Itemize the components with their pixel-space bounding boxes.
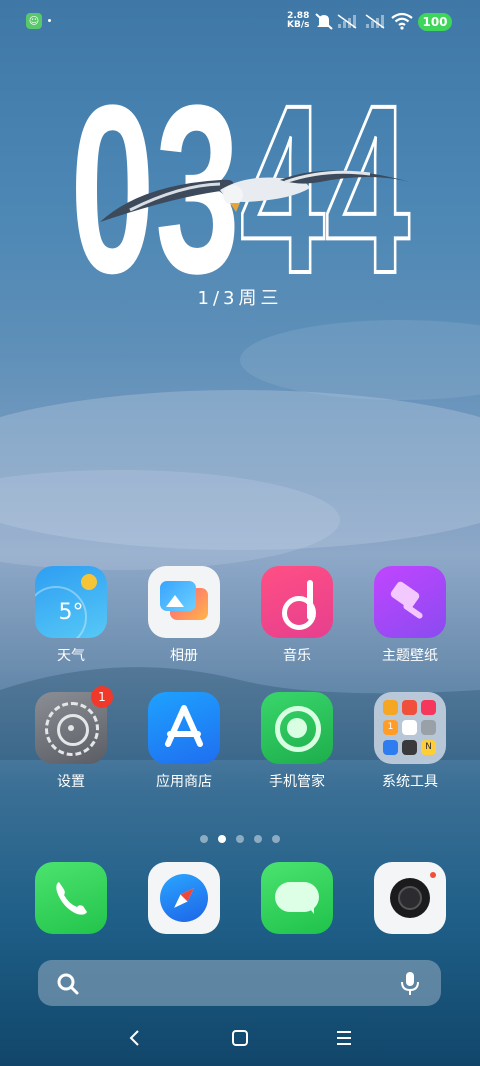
dock-camera[interactable] (360, 862, 460, 934)
app-settings[interactable]: 1 设置 (21, 686, 121, 791)
app-gallery[interactable]: 相册 (134, 566, 234, 665)
app-label: 手机管家 (269, 774, 325, 790)
clock-date: 1/3周三 (197, 288, 283, 309)
clock-widget[interactable]: 03 44 (70, 60, 415, 280)
app-label: 天气 (57, 648, 85, 664)
notification-app-icon: ☺ (26, 13, 42, 29)
clock-hours: 03 (70, 60, 240, 280)
page-dot[interactable] (254, 835, 262, 843)
app-phone-manager[interactable]: 手机管家 (247, 692, 347, 791)
app-themes[interactable]: 主题壁纸 (360, 566, 460, 665)
browser-icon (148, 862, 220, 934)
folder-system-tools[interactable]: 1 N 系统工具 (360, 692, 460, 791)
phone-manager-icon (261, 692, 333, 764)
app-music[interactable]: 音乐 (247, 566, 347, 665)
app-label: 应用商店 (156, 774, 212, 790)
app-store-icon (148, 692, 220, 764)
search-icon (57, 973, 79, 995)
page-dot[interactable] (200, 835, 208, 843)
weather-temperature: 5° (58, 600, 84, 625)
music-icon (261, 566, 333, 638)
clock-minutes: 44 (240, 60, 410, 280)
dock-browser[interactable] (134, 862, 234, 934)
app-store-a-icon (165, 705, 203, 747)
app-label: 系统工具 (382, 774, 438, 790)
notification-dot (48, 19, 51, 22)
dock-phone[interactable] (21, 862, 121, 934)
settings-notification-badge: 1 (91, 686, 113, 708)
search-bar[interactable] (38, 960, 441, 1006)
camera-icon (374, 862, 446, 934)
network-speed-unit: KB/s (287, 20, 310, 30)
battery-indicator: 100 (418, 13, 452, 31)
app-label: 相册 (170, 648, 198, 664)
folder-calendar-mini: 1 (383, 720, 398, 735)
page-indicator[interactable] (200, 835, 280, 843)
app-label: 音乐 (283, 648, 311, 664)
app-weather[interactable]: 5° 天气 (21, 566, 121, 665)
network-speed: 2.88 KB/s (287, 12, 309, 30)
recents-menu-icon[interactable] (334, 1028, 354, 1048)
dock-messages[interactable] (247, 862, 347, 934)
back-icon[interactable] (125, 1028, 145, 1048)
phone-icon (35, 862, 107, 934)
microphone-icon[interactable] (398, 970, 422, 996)
wifi-icon (391, 12, 413, 30)
app-label: 主题壁纸 (382, 648, 438, 664)
mute-icon (315, 13, 333, 30)
navigation-bar (0, 1020, 480, 1060)
weather-icon: 5° (35, 566, 107, 638)
page-dot-active[interactable] (218, 835, 226, 843)
page-dot[interactable] (272, 835, 280, 843)
theme-icon (374, 566, 446, 638)
folder-notes-mini: N (421, 740, 436, 755)
app-label: 设置 (57, 774, 85, 790)
home-icon[interactable] (230, 1028, 250, 1048)
page-dot[interactable] (236, 835, 244, 843)
system-tools-folder-icon: 1 N (374, 692, 446, 764)
app-store[interactable]: 应用商店 (134, 692, 234, 791)
status-bar: ☺ 2.88 KB/s 100 (0, 0, 480, 44)
messages-icon (261, 862, 333, 934)
signal-2-icon (365, 14, 385, 29)
signal-1-icon (337, 14, 357, 29)
gallery-icon (148, 566, 220, 638)
